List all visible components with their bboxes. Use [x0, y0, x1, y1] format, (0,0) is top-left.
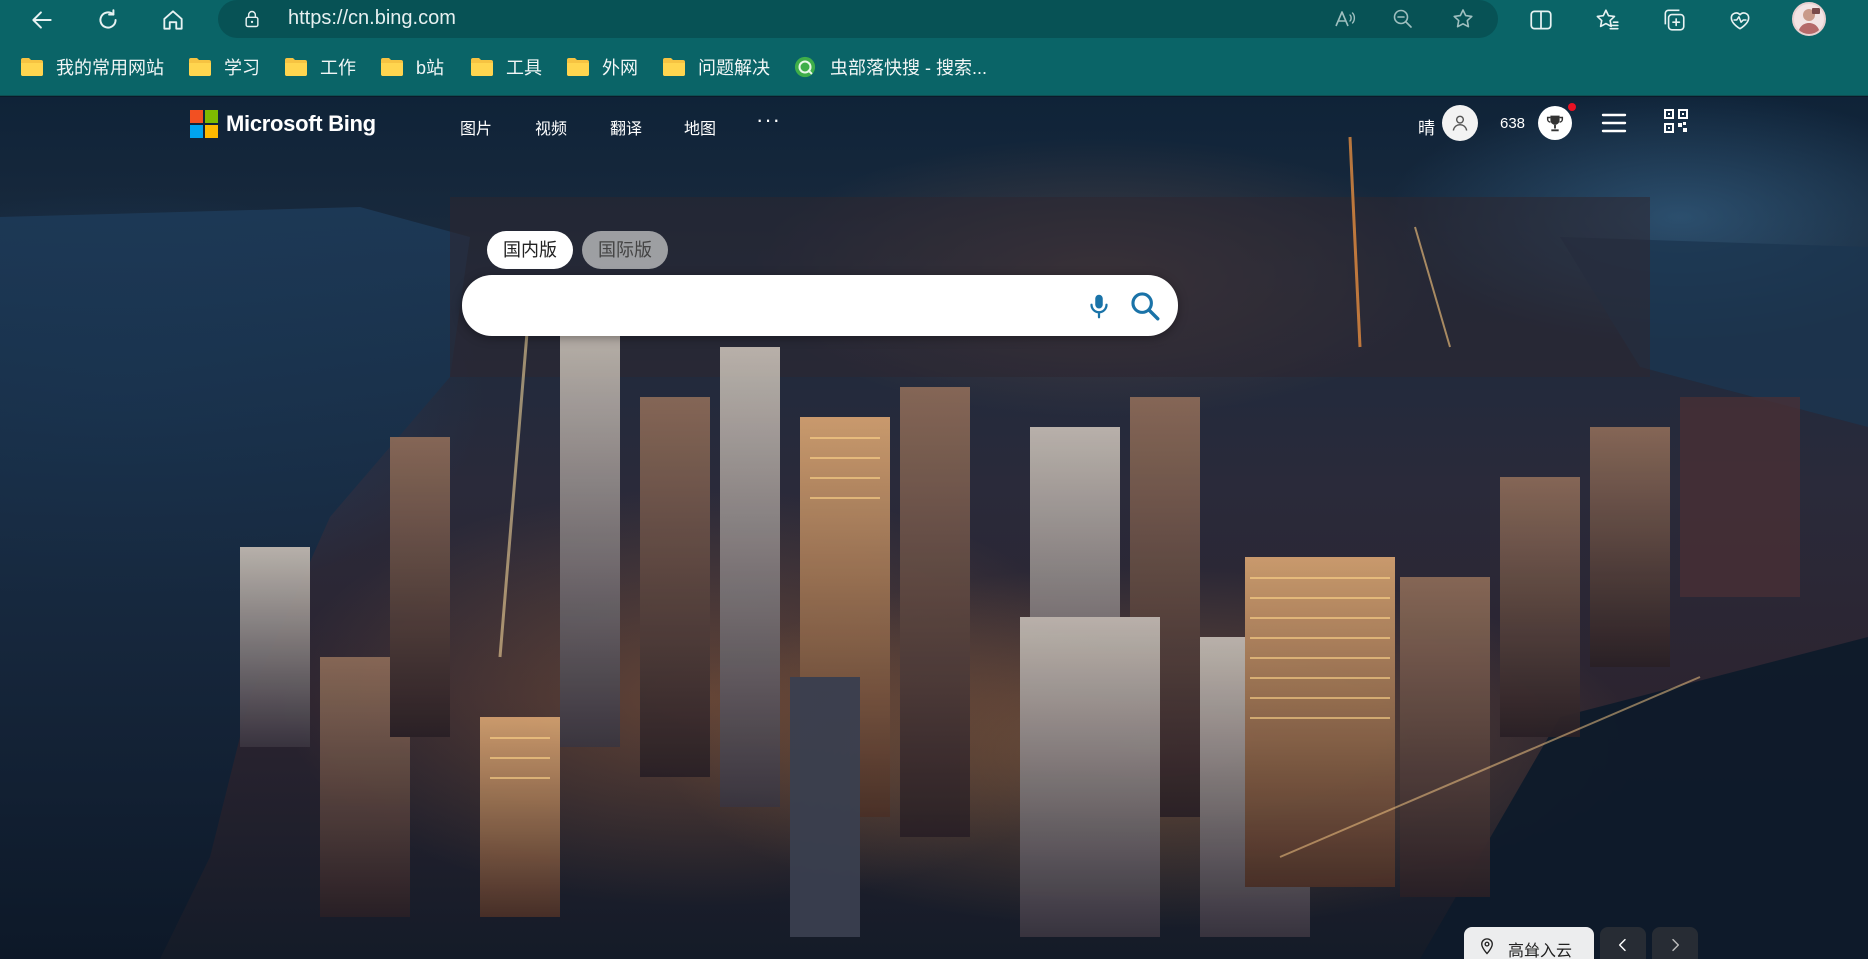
browser-essentials-icon: [1730, 12, 1750, 30]
collections-icon: [1664, 9, 1685, 31]
back-button[interactable]: [26, 4, 58, 36]
address-bar[interactable]: https://cn.bing.com: [218, 0, 1498, 38]
qr-code-icon[interactable]: [1664, 109, 1688, 133]
bookmark-label: 学习: [224, 58, 260, 78]
home-icon: [163, 10, 183, 30]
tab-international-version[interactable]: 国际版: [582, 231, 668, 269]
bookmark-label: b站: [416, 58, 445, 78]
folder-icon: [663, 58, 685, 76]
bookmark-label: 工具: [506, 58, 542, 78]
bookmark-folder-work[interactable]: 工作: [284, 54, 356, 80]
bookmark-label: 我的常用网站: [56, 58, 164, 78]
image-location-chip[interactable]: 高耸入云: [1464, 927, 1594, 959]
favorite-star-icon: [1453, 9, 1473, 28]
folder-icon: [471, 58, 493, 76]
folder-icon: [189, 58, 211, 76]
search-input[interactable]: [490, 287, 1050, 323]
folder-icon: [567, 58, 589, 76]
favorite-star-button[interactable]: [1450, 6, 1476, 32]
refresh-button[interactable]: [92, 4, 124, 36]
zoom-out-button[interactable]: [1390, 6, 1416, 32]
microsoft-logo-icon: [190, 110, 218, 138]
bookmarks-bar: 我的常用网站 学习 工作 b站 工具 外网 问题解决 虫部落快搜 - 搜索...: [0, 38, 1868, 96]
sign-in-button[interactable]: [1442, 105, 1478, 141]
back-icon: [32, 11, 52, 29]
refresh-icon: [99, 9, 117, 29]
bookmark-label: 问题解决: [698, 58, 770, 78]
rewards-points[interactable]: 638: [1500, 115, 1525, 132]
rewards-button[interactable]: [1538, 106, 1572, 140]
microphone-icon[interactable]: [1084, 291, 1114, 321]
lock-icon: [245, 10, 259, 28]
bookmark-label: 工作: [320, 58, 356, 78]
bookmark-folder-bilibili[interactable]: b站: [380, 54, 444, 80]
background-cityscape-image: [0, 136, 1868, 959]
split-screen-button[interactable]: [1526, 5, 1556, 35]
bookmark-folder-external[interactable]: 外网: [566, 54, 638, 80]
folder-icon: [21, 58, 43, 76]
url-text[interactable]: https://cn.bing.com: [288, 7, 456, 30]
trophy-icon: [1546, 115, 1564, 132]
bookmark-chongbuluo[interactable]: 虫部落快搜 - 搜索...: [794, 54, 987, 80]
location-pin-icon: [1481, 938, 1493, 955]
bookmark-folder-tools[interactable]: 工具: [470, 54, 542, 80]
profile-avatar[interactable]: [1792, 2, 1826, 36]
menu-icon[interactable]: [1601, 111, 1627, 135]
bookmark-folder-common-sites[interactable]: 我的常用网站: [20, 54, 164, 80]
bookmark-folder-study[interactable]: 学习: [188, 54, 260, 80]
nav-maps[interactable]: 地图: [684, 115, 716, 139]
favorites-icon: [1596, 9, 1619, 30]
read-aloud-button[interactable]: [1332, 6, 1358, 32]
home-button[interactable]: [157, 4, 189, 36]
read-aloud-icon: [1335, 11, 1356, 27]
bookmark-label: 虫部落快搜 - 搜索...: [830, 58, 987, 78]
nav-more-button[interactable]: ···: [756, 107, 781, 133]
bing-homepage: Microsoft Bing 图片 视频 翻译 地图 ··· 晴 638 国内版…: [0, 97, 1868, 959]
nav-translate[interactable]: 翻译: [610, 115, 642, 139]
nav-videos[interactable]: 视频: [535, 115, 567, 139]
favorites-button[interactable]: [1592, 5, 1622, 35]
split-screen-icon: [1530, 10, 1552, 30]
browser-toolbar: https://cn.bing.com: [0, 0, 1868, 38]
notification-dot: [1568, 103, 1576, 111]
next-image-button[interactable]: [1652, 927, 1698, 959]
nav-images[interactable]: 图片: [460, 115, 492, 139]
search-box: [462, 275, 1178, 336]
chevron-left-icon: [1618, 938, 1626, 952]
bookmark-label: 外网: [602, 58, 638, 78]
microsoft-bing-logo[interactable]: Microsoft Bing: [190, 110, 376, 138]
previous-image-button[interactable]: [1600, 927, 1646, 959]
browser-essentials-button[interactable]: [1725, 5, 1755, 35]
bookmark-folder-problem-solving[interactable]: 问题解决: [662, 54, 770, 80]
tab-domestic-version[interactable]: 国内版: [487, 231, 573, 269]
search-icon[interactable]: [1128, 289, 1162, 323]
collections-button[interactable]: [1659, 5, 1689, 35]
user-icon: [1452, 115, 1468, 131]
profile-picture-icon: [1798, 8, 1820, 34]
image-title: 高耸入云: [1508, 943, 1573, 959]
weather-text[interactable]: 晴: [1418, 114, 1435, 139]
chevron-right-icon: [1672, 938, 1680, 952]
folder-icon: [285, 58, 307, 76]
zoom-out-icon: [1393, 9, 1412, 28]
folder-icon: [381, 58, 403, 76]
bing-logo-text: Microsoft Bing: [226, 111, 376, 136]
site-favicon-icon: [794, 56, 816, 78]
